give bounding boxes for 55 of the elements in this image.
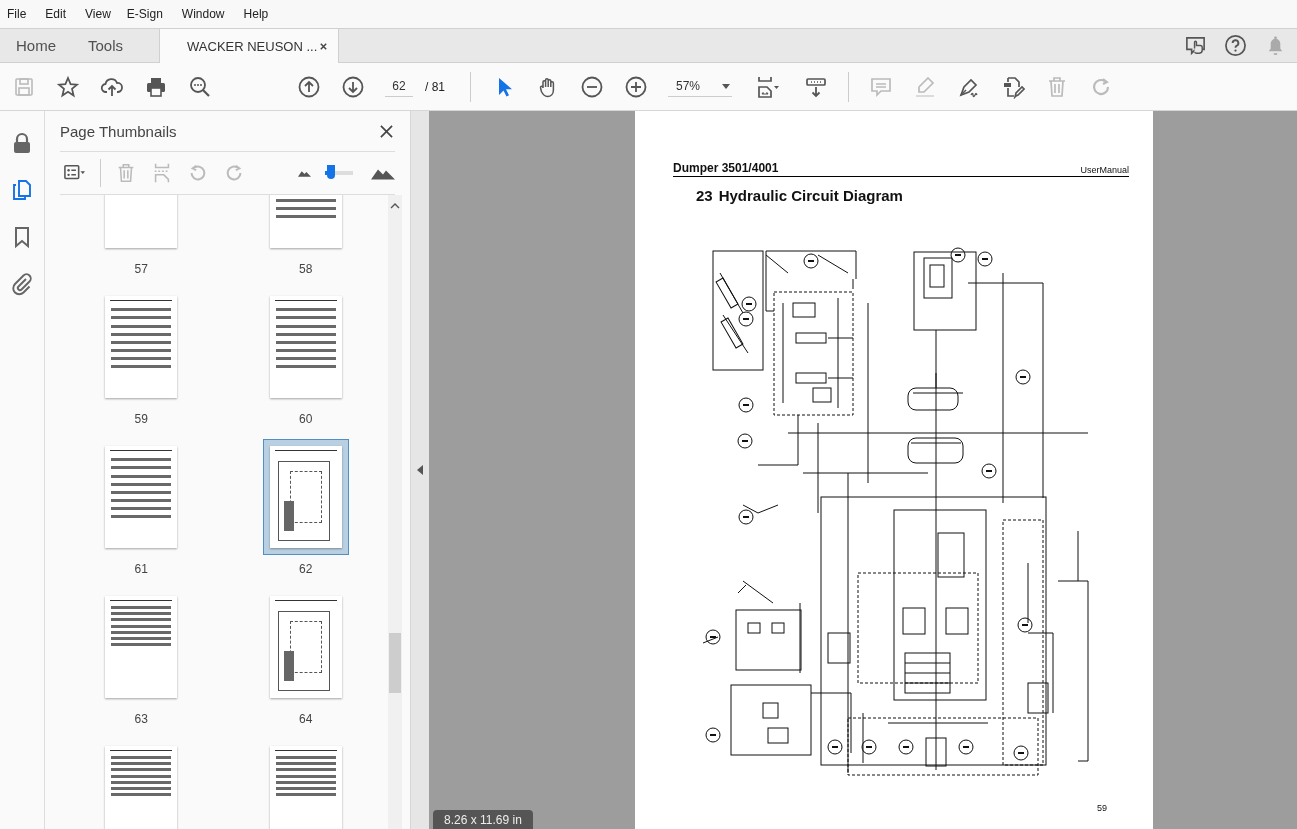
page-number-label: 60 bbox=[299, 412, 313, 426]
page-number-field[interactable]: 62 bbox=[385, 76, 413, 97]
document-edit-icon[interactable] bbox=[1001, 74, 1025, 99]
help-icon[interactable] bbox=[1224, 34, 1247, 57]
caret-icon bbox=[722, 83, 730, 89]
section-heading: Hydraulic Circuit Diagram bbox=[718, 187, 903, 204]
section-number: 23 bbox=[696, 187, 713, 204]
paperclip-icon[interactable] bbox=[10, 272, 34, 296]
small-mountain-icon[interactable] bbox=[298, 169, 311, 177]
page-number-label: 64 bbox=[299, 712, 313, 726]
page-number-label: 61 bbox=[134, 562, 148, 576]
page-number-label: 62 bbox=[299, 562, 313, 576]
menu-item[interactable]: Window bbox=[181, 6, 225, 22]
page-count: / 81 bbox=[425, 79, 445, 94]
menu-item[interactable]: File bbox=[7, 6, 27, 22]
tab[interactable]: WACKER NEUSON ... bbox=[159, 29, 340, 63]
page-number-label: 59 bbox=[134, 412, 148, 426]
page-header-title: Dumper 3501/4001 bbox=[673, 161, 779, 175]
page-thumbnail[interactable] bbox=[269, 446, 342, 548]
menu-item[interactable]: Edit bbox=[45, 6, 67, 22]
thumbnail-size-slider[interactable] bbox=[325, 165, 353, 181]
panel-title: Page Thumbnails bbox=[60, 122, 177, 140]
scroll-thumb[interactable] bbox=[389, 633, 401, 693]
close-icon[interactable] bbox=[380, 124, 393, 138]
collapse-panel-icon[interactable] bbox=[417, 465, 423, 475]
menu-item[interactable]: View bbox=[85, 6, 111, 22]
page-thumbnail[interactable] bbox=[269, 596, 342, 698]
page-number-label: 57 bbox=[134, 262, 148, 276]
star-icon[interactable] bbox=[56, 74, 80, 99]
page-thumbnail[interactable] bbox=[105, 746, 178, 829]
scroll-up-icon[interactable] bbox=[390, 203, 400, 209]
scrollbar-track[interactable] bbox=[388, 195, 402, 829]
tab[interactable]: Tools bbox=[72, 29, 140, 62]
menu-item[interactable]: Help bbox=[243, 6, 269, 22]
down-arrow-circle-icon[interactable] bbox=[341, 74, 365, 99]
tab[interactable]: Home bbox=[0, 29, 72, 62]
page-thumbnail[interactable] bbox=[269, 746, 342, 829]
page-thumbnail[interactable] bbox=[269, 296, 342, 398]
pages-icon[interactable] bbox=[10, 178, 34, 202]
page-header-label: UserManual bbox=[1080, 165, 1129, 175]
up-arrow-circle-icon[interactable] bbox=[297, 74, 321, 99]
menu-item[interactable]: E-Sign bbox=[126, 6, 163, 22]
search-icon[interactable] bbox=[188, 74, 212, 99]
minus-circle-icon[interactable] bbox=[580, 74, 604, 99]
zoom-dropdown[interactable]: 57% bbox=[668, 76, 732, 97]
page-number-label: 58 bbox=[299, 262, 313, 276]
chat-hand-icon[interactable] bbox=[1184, 34, 1207, 57]
plus-circle-icon[interactable] bbox=[624, 74, 648, 99]
page-number: 59 bbox=[1097, 803, 1107, 813]
page-size-label: 8.26 x 11.69 in bbox=[433, 810, 533, 829]
close-icon[interactable] bbox=[319, 41, 329, 51]
page-number-label: 63 bbox=[134, 712, 148, 726]
page-thumbnail[interactable] bbox=[105, 596, 178, 698]
page-thumbnail[interactable] bbox=[105, 446, 178, 548]
page-thumbnail[interactable] bbox=[105, 296, 178, 398]
